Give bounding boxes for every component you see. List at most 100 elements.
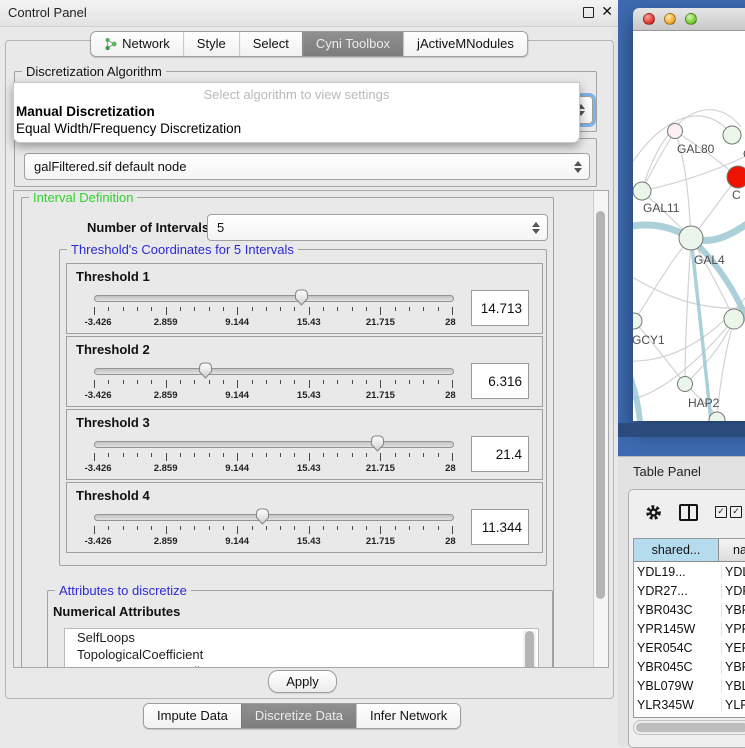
attributes-list-scrollbar[interactable] — [523, 631, 536, 668]
table-row[interactable]: YIL052CYIL0 — [634, 714, 745, 718]
cell-name[interactable]: YBL0 — [722, 679, 745, 693]
threshold-value-input[interactable]: 14.713 — [471, 290, 529, 326]
cell-shared-name[interactable]: YDR27... — [634, 584, 722, 598]
node-table[interactable]: shared... na YDL19...YDL1YDR27...YDR2YBR… — [633, 538, 745, 718]
threshold-value-input[interactable]: 6.316 — [471, 363, 529, 399]
network-canvas[interactable]: GAL80GACGAL11GAL4GCY1HHAP2 — [633, 31, 745, 421]
network-node[interactable] — [727, 166, 745, 188]
cell-shared-name[interactable]: YPR145W — [634, 622, 722, 636]
network-edge — [642, 131, 675, 191]
top-tab-bar: NetworkStyleSelectCyni ToolboxjActiveMNo… — [90, 31, 528, 57]
slider-track[interactable] — [94, 295, 454, 302]
cell-shared-name[interactable]: YBR043C — [634, 603, 722, 617]
slider-tick — [352, 307, 353, 311]
cell-name[interactable]: YIL0 — [722, 717, 745, 719]
table-horizontal-scrollbar[interactable] — [633, 720, 745, 735]
network-node-gal11[interactable] — [633, 182, 651, 200]
tab-network[interactable]: Network — [91, 32, 183, 56]
numerical-attributes-list[interactable]: SelfLoopsTopologicalCoefficientBetweenne… — [64, 628, 539, 668]
threshold-value-input[interactable]: 21.4 — [471, 436, 529, 472]
cell-name[interactable]: YPR1 — [722, 622, 745, 636]
table-row[interactable]: YDR27...YDR2 — [634, 581, 745, 600]
table-row[interactable]: YBL079WYBL0 — [634, 676, 745, 695]
close-button[interactable] — [643, 13, 655, 25]
network-view-window[interactable]: GAL80GACGAL11GAL4GCY1HHAP2 — [633, 8, 745, 421]
slider-track[interactable] — [94, 441, 454, 448]
network-node[interactable] — [724, 309, 744, 329]
settings-vertical-scrollbar[interactable] — [593, 191, 608, 667]
columns-icon[interactable] — [679, 504, 698, 521]
attributes-list-scrollbar-thumb[interactable] — [525, 631, 534, 668]
slider-tick — [294, 380, 295, 384]
slider-tick — [366, 380, 367, 384]
table-row[interactable]: YPR145WYPR1 — [634, 619, 745, 638]
slider-track[interactable] — [94, 368, 454, 375]
tick-label: 21.715 — [366, 390, 395, 401]
table-hscrollbar-thumb[interactable] — [636, 723, 745, 732]
minimize-button[interactable] — [664, 13, 676, 25]
attribute-list-item[interactable]: SelfLoops — [65, 629, 538, 646]
attribute-list-item[interactable]: TopologicalCoefficient — [65, 646, 538, 663]
cell-name[interactable]: YDL1 — [722, 565, 745, 579]
slider-thumb[interactable] — [254, 507, 271, 529]
cell-name[interactable]: YBR0 — [722, 603, 745, 617]
threshold-slider[interactable]: -3.4262.8599.14415.4321.71528 — [94, 483, 452, 552]
slider-tick — [166, 380, 167, 388]
cell-name[interactable]: YER0 — [722, 641, 745, 655]
checkbox-icon[interactable]: ✓ — [730, 506, 742, 518]
tick-label: -3.426 — [85, 317, 112, 328]
algorithm-option-2[interactable]: Equal Width/Frequency Discretization — [16, 121, 241, 136]
cell-shared-name[interactable]: YDL19... — [634, 565, 722, 579]
network-node-hap2[interactable] — [678, 377, 693, 392]
tab-style[interactable]: Style — [183, 32, 239, 56]
cell-name[interactable]: YLR3 — [722, 698, 745, 712]
attribute-list-item[interactable]: BetweennessCentrality — [65, 663, 538, 668]
algorithm-option-1[interactable]: Manual Discretization — [16, 104, 155, 119]
threshold-slider[interactable]: -3.4262.8599.14415.4321.71528 — [94, 264, 452, 333]
table-row[interactable]: YLR345WYLR3 — [634, 695, 745, 714]
number-of-intervals-combobox[interactable]: 5 — [207, 214, 548, 241]
column-header-shared[interactable]: shared... — [634, 539, 719, 561]
close-icon[interactable]: ✕ — [601, 3, 613, 19]
interval-definition-group: Interval Definition Number of Intervals … — [21, 197, 554, 668]
tab-cyni-toolbox[interactable]: Cyni Toolbox — [302, 32, 403, 56]
threshold-slider[interactable]: -3.4262.8599.14415.4321.71528 — [94, 410, 452, 479]
tab-label: Impute Data — [157, 708, 228, 723]
checkbox-icon[interactable]: ✓ — [715, 506, 727, 518]
network-window-titlebar[interactable] — [633, 8, 745, 31]
cell-shared-name[interactable]: YLR345W — [634, 698, 722, 712]
tab-jactivemnodules[interactable]: jActiveMNodules — [403, 32, 527, 56]
settings-scroll-area: Interval Definition Number of Intervals … — [13, 190, 609, 668]
network-node-gal4[interactable] — [679, 226, 703, 250]
tab-infer-network[interactable]: Infer Network — [356, 704, 460, 728]
cell-shared-name[interactable]: YER054C — [634, 641, 722, 655]
table-row[interactable]: YBR043CYBR0 — [634, 600, 745, 619]
slider-thumb[interactable] — [197, 361, 214, 383]
cell-shared-name[interactable]: YBL079W — [634, 679, 722, 693]
network-node-gcy1[interactable] — [633, 313, 642, 329]
column-header-name[interactable]: na — [719, 539, 745, 561]
slider-thumb[interactable] — [369, 434, 386, 456]
table-row[interactable]: YER054CYER0 — [634, 638, 745, 657]
cell-name[interactable]: YDR2 — [722, 584, 745, 598]
network-node[interactable] — [723, 126, 741, 144]
network-edge — [634, 321, 685, 384]
float-window-icon[interactable] — [583, 7, 594, 18]
threshold-slider[interactable]: -3.4262.8599.14415.4321.71528 — [94, 337, 452, 406]
tab-select[interactable]: Select — [239, 32, 302, 56]
table-data-combobox[interactable]: galFiltered.sif default node — [24, 153, 590, 180]
threshold-value-input[interactable]: 11.344 — [471, 509, 529, 545]
network-node-gal80[interactable] — [668, 124, 683, 139]
apply-button[interactable]: Apply — [268, 670, 337, 693]
cell-shared-name[interactable]: YIL052C — [634, 717, 722, 719]
tab-impute-data[interactable]: Impute Data — [144, 704, 241, 728]
table-row[interactable]: YDL19...YDL1 — [634, 562, 745, 581]
tab-discretize-data[interactable]: Discretize Data — [241, 704, 356, 728]
table-row[interactable]: YBR045CYBR0 — [634, 657, 745, 676]
cell-name[interactable]: YBR0 — [722, 660, 745, 674]
zoom-button[interactable] — [685, 13, 697, 25]
cell-shared-name[interactable]: YBR045C — [634, 660, 722, 674]
slider-track[interactable] — [94, 514, 454, 521]
gear-icon[interactable] — [645, 504, 662, 521]
settings-scrollbar-thumb[interactable] — [596, 211, 605, 599]
